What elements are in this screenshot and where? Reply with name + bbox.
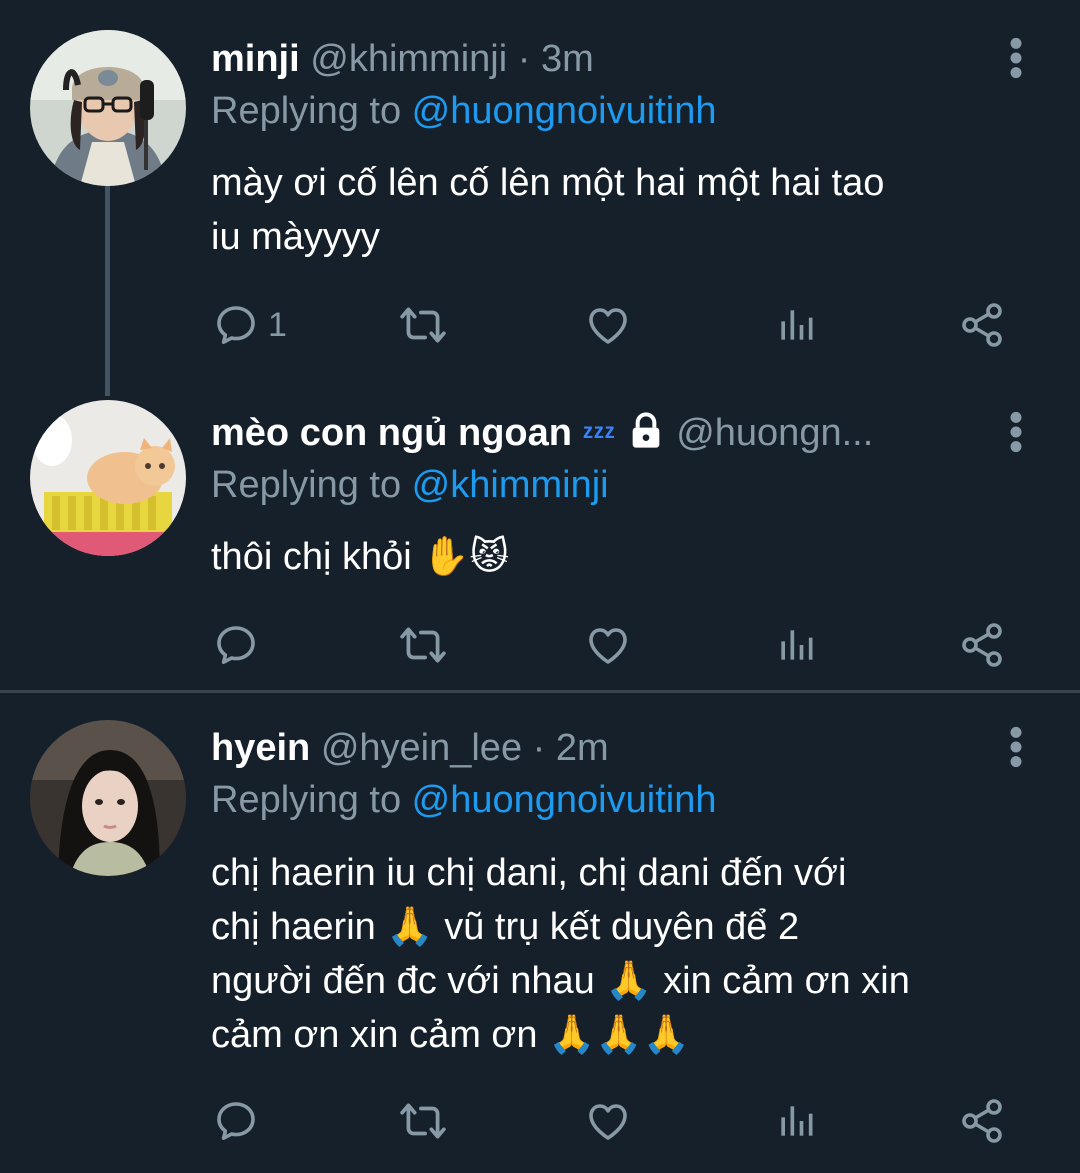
retweet-button[interactable] <box>398 615 448 675</box>
analytics-button[interactable] <box>774 295 818 355</box>
retweet-button[interactable] <box>398 1091 448 1151</box>
share-icon <box>958 621 1006 669</box>
action-bar <box>0 1091 1080 1151</box>
replying-to: Replying to @khimminji <box>211 460 609 510</box>
avatar[interactable] <box>30 400 186 556</box>
retweet-icon <box>398 1096 448 1146</box>
action-bar <box>0 615 1080 675</box>
text-line: người đến đc với nhau 🙏 xin cảm ơn xin <box>211 960 910 1002</box>
share-icon <box>958 1097 1006 1145</box>
text-line: thôi chị khỏi ✋😾 <box>211 536 510 578</box>
reply-count: 1 <box>268 305 287 344</box>
retweet-button[interactable] <box>398 295 448 355</box>
text-line: chị haerin 🙏 vũ trụ kết duyên để 2 <box>211 906 800 948</box>
reply-icon <box>212 301 260 349</box>
like-icon <box>584 1097 632 1145</box>
tweet-text: chị haerin iu chị dani, chị dani đến với… <box>211 846 1051 1062</box>
share-button[interactable] <box>958 1091 1006 1151</box>
separator: · <box>507 38 541 80</box>
like-button[interactable] <box>584 295 632 355</box>
tweet-text: mày ơi cố lên cố lên một hai một hai tao… <box>211 156 1051 264</box>
more-vertical-icon[interactable] <box>1005 36 1027 80</box>
share-button[interactable] <box>958 615 1006 675</box>
tweet-header: hyein @hyein_lee · 2m <box>211 723 990 773</box>
tweet-meo-con[interactable]: mèo con ngủ ngoan ᶻᶻᶻ @huongn... Replyin… <box>0 390 1080 690</box>
retweet-icon <box>398 300 448 350</box>
timestamp[interactable]: 3m <box>541 38 594 80</box>
lock-icon <box>632 412 659 448</box>
analytics-icon <box>774 623 818 667</box>
share-icon <box>958 301 1006 349</box>
analytics-button[interactable] <box>774 615 818 675</box>
like-icon <box>584 301 632 349</box>
tweet-header: minji @khimminji · 3m <box>211 34 990 84</box>
like-button[interactable] <box>584 1091 632 1151</box>
reply-button[interactable]: 1 <box>212 295 287 355</box>
share-button[interactable] <box>958 295 1006 355</box>
tweet-text: thôi chị khỏi ✋😾 <box>211 530 1051 584</box>
display-name[interactable]: minji <box>211 38 300 80</box>
display-name[interactable]: hyein <box>211 727 310 769</box>
analytics-icon <box>774 1099 818 1143</box>
handle[interactable]: @khimminji <box>310 38 507 80</box>
replying-prefix: Replying to <box>211 90 412 132</box>
avatar[interactable] <box>30 30 186 186</box>
sleep-emoji: ᶻᶻᶻ <box>582 419 616 452</box>
display-name[interactable]: mèo con ngủ ngoan <box>211 412 572 454</box>
like-button[interactable] <box>584 615 632 675</box>
reply-button[interactable] <box>212 1091 268 1151</box>
tweet-hyein[interactable]: hyein @hyein_lee · 2m Replying to @huong… <box>0 693 1080 1173</box>
like-icon <box>584 621 632 669</box>
analytics-button[interactable] <box>774 1091 818 1151</box>
tweet-header: mèo con ngủ ngoan ᶻᶻᶻ @huongn... <box>211 408 990 461</box>
tweet-minji[interactable]: minji @khimminji · 3m Replying to @huong… <box>0 0 1080 390</box>
reply-button[interactable] <box>212 615 268 675</box>
replying-prefix: Replying to <box>211 779 412 821</box>
replying-to: Replying to @huongnoivuitinh <box>211 86 716 136</box>
timestamp[interactable]: 2m <box>556 727 609 769</box>
text-line: mày ơi cố lên cố lên một hai một hai tao <box>211 162 885 204</box>
avatar[interactable] <box>30 720 186 876</box>
mention-link[interactable]: @huongnoivuitinh <box>412 779 717 821</box>
more-vertical-icon[interactable] <box>1005 410 1027 454</box>
text-line: chị haerin iu chị dani, chị dani đến với <box>211 852 847 894</box>
analytics-icon <box>774 303 818 347</box>
reply-icon <box>212 1097 260 1145</box>
action-bar: 1 <box>0 295 1080 355</box>
separator: · <box>522 727 556 769</box>
handle[interactable]: @huongn... <box>676 412 873 454</box>
retweet-icon <box>398 620 448 670</box>
replying-prefix: Replying to <box>211 464 412 506</box>
text-line: iu màyyyy <box>211 216 380 258</box>
handle[interactable]: @hyein_lee <box>321 727 522 769</box>
mention-link[interactable]: @khimminji <box>412 464 609 506</box>
more-vertical-icon[interactable] <box>1005 725 1027 769</box>
mention-link[interactable]: @huongnoivuitinh <box>412 90 717 132</box>
reply-icon <box>212 621 260 669</box>
replying-to: Replying to @huongnoivuitinh <box>211 775 716 825</box>
text-line: cảm ơn xin cảm ơn 🙏🙏🙏 <box>211 1014 690 1056</box>
